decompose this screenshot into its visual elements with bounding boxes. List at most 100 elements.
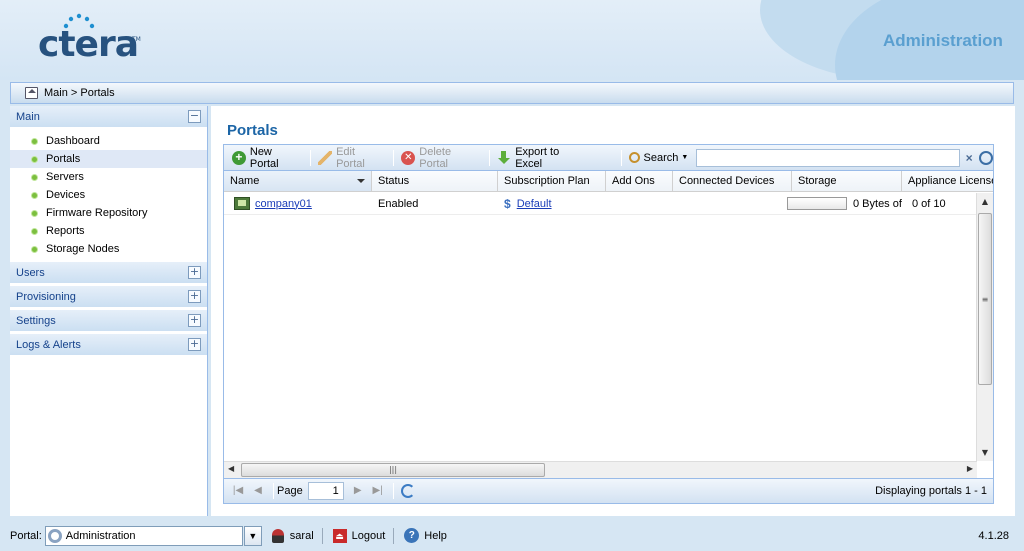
refresh-icon[interactable] [400,484,415,498]
app-title: Administration [883,31,1003,50]
sidebar-item-storage-nodes[interactable]: Storage Nodes [10,240,207,258]
sidebar-item-reports[interactable]: Reports [10,222,207,240]
column-header-storage[interactable]: Storage [792,171,902,191]
toolbar-divider [392,483,394,499]
plan-link[interactable]: Default [517,198,552,210]
expand-icon[interactable]: + [188,266,201,279]
table-row[interactable]: company01 Enabled $ Default 0 Bytes of 0 … [224,193,977,215]
cell-plan: $ Default [498,193,606,214]
sidebar-section-label: Main [16,110,40,123]
horizontal-scrollbar[interactable]: ◀ ||| ▶ [224,461,977,478]
gear-icon [47,528,62,543]
sidebar-item-firmware-repository[interactable]: Firmware Repository [10,204,207,222]
column-header-connected-devices[interactable]: Connected Devices [673,171,792,191]
cell-name: company01 [224,193,372,214]
page-number-input[interactable] [307,482,344,500]
column-label: Status [378,175,410,187]
scroll-down-icon[interactable]: ▼ [977,444,993,461]
sidebar-section-settings[interactable]: Settings + [10,310,207,332]
search-input[interactable] [696,148,961,167]
column-header-name[interactable]: Name [224,171,372,191]
logo-trademark: TM [132,36,141,43]
version-label: 4.1.28 [978,529,1009,542]
cell-add-ons [606,193,673,214]
bullet-icon [32,228,37,234]
export-label: Export to Excel [515,145,560,170]
column-label: Name [230,175,260,187]
scroll-thumb[interactable]: ||| [241,463,545,477]
delete-portal-button[interactable]: ✕ Delete Portal [397,146,486,170]
sidebar-section-users[interactable]: Users + [10,262,207,284]
search-menu-button[interactable]: Search ▼ [625,147,693,169]
portal-select[interactable]: Administration [44,525,243,546]
expand-icon[interactable]: + [188,314,201,327]
export-excel-button[interactable]: Export to Excel [493,145,592,170]
logout-button[interactable]: ⏏ Logout [332,528,386,543]
sidebar-item-servers[interactable]: Servers [10,168,207,186]
vertical-scrollbar[interactable]: ▲ ≡ ▼ [976,193,993,461]
chevron-down-icon[interactable]: ▼ [243,525,262,546]
main-panel: Portals + New Portal Edit Portal ✕ Delete … [211,106,1015,516]
home-icon[interactable] [25,87,38,99]
prev-page-icon[interactable]: ◀ [250,483,266,499]
breadcrumb: Main > Portals [10,82,1014,104]
bullet-icon [32,138,37,144]
portal-label: Portal: [10,529,42,542]
sidebar-item-portals[interactable]: Portals [10,150,207,168]
grid-body: company01 Enabled $ Default 0 Bytes of 0 … [224,193,977,463]
column-header-subscription-plan[interactable]: Subscription Plan [498,171,606,191]
dropdown-arrow-icon: ▼ [681,154,689,161]
next-page-icon[interactable]: ▶ [350,483,366,499]
column-label: Add Ons [612,175,655,187]
logout-icon: ⏏ [332,528,347,543]
search-go-icon[interactable] [979,150,994,165]
bullet-icon [32,246,37,252]
column-header-add-ons[interactable]: Add Ons [606,171,673,191]
footer-divider [393,527,395,544]
help-button[interactable]: ? Help [404,528,447,543]
collapse-icon[interactable]: − [188,110,201,123]
portal-link[interactable]: company01 [255,198,312,210]
delete-icon: ✕ [401,150,416,165]
sidebar-section-label: Logs & Alerts [16,338,81,351]
breadcrumb-text[interactable]: Main > Portals [44,87,115,99]
column-label: Appliance Licenses [908,175,993,187]
scroll-up-icon[interactable]: ▲ [977,193,993,210]
footer-bar: Portal: Administration ▼ saral ⏏ Logout ?… [0,520,1024,551]
user-menu[interactable]: saral [271,528,314,543]
sidebar-item-dashboard[interactable]: Dashboard [10,132,207,150]
scroll-left-icon[interactable]: ◀ [228,464,234,473]
footer-divider [321,527,323,544]
last-page-icon[interactable]: ▶| [370,483,386,499]
expand-icon[interactable]: + [188,290,201,303]
toolbar-divider [620,149,622,166]
new-portal-button[interactable]: + New Portal [228,146,307,170]
main-nav-list: Dashboard Portals Servers Devices Firmwa… [10,130,207,262]
edit-portal-button[interactable]: Edit Portal [314,146,390,170]
cell-status: Enabled [378,197,419,210]
page-label: Page [277,485,303,497]
sidebar-section-label: Settings [16,314,56,327]
scroll-thumb[interactable]: ≡ [978,213,992,385]
sidebar-item-devices[interactable]: Devices [10,186,207,204]
sidebar-item-label: Dashboard [46,135,100,147]
sidebar-section-provisioning[interactable]: Provisioning + [10,286,207,308]
portal-icon [234,197,250,210]
sidebar-section-main[interactable]: Main − [10,106,207,128]
first-page-icon[interactable]: |◀ [230,483,246,499]
page-title: Portals [227,122,278,139]
expand-icon[interactable]: + [188,338,201,351]
column-header-appliance-licenses[interactable]: Appliance Licenses [902,171,993,191]
bullet-icon [32,210,37,216]
clear-search-icon[interactable]: × [962,151,976,165]
scroll-right-icon[interactable]: ▶ [967,464,973,473]
sidebar-section-label: Users [16,266,45,279]
sidebar-section-logs-alerts[interactable]: Logs & Alerts + [10,334,207,356]
toolbar-divider [310,149,312,166]
logout-label: Logout [351,529,386,542]
column-header-status[interactable]: Status [372,171,498,191]
sort-dropdown-icon[interactable] [357,179,365,183]
toolbar-divider [393,149,395,166]
download-arrow-icon [497,150,511,165]
storage-progress-bar [787,197,847,210]
